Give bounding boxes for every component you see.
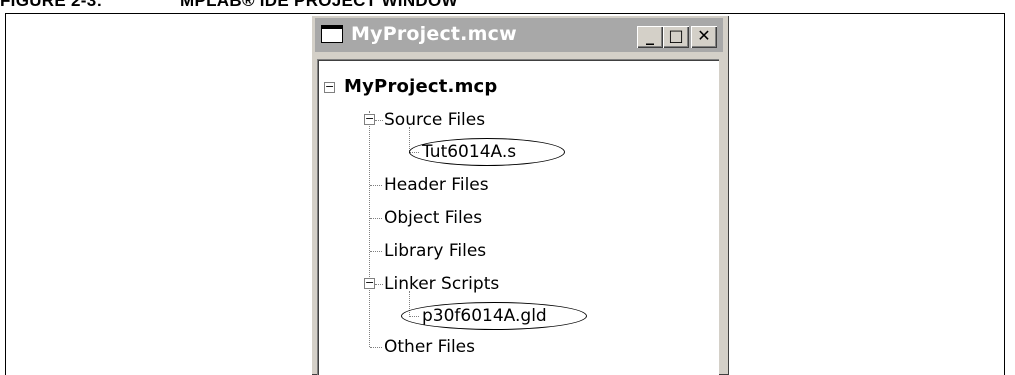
minimize-button[interactable]: _ bbox=[637, 26, 663, 48]
tree-line bbox=[375, 120, 383, 121]
tree-folder-other-files[interactable]: Other Files bbox=[384, 336, 475, 358]
figure-caption: FIGURE 2-3: MPLAB® IDE PROJECT WINDOW bbox=[0, 0, 458, 11]
highlight-ellipse bbox=[401, 302, 587, 330]
tree-line bbox=[370, 218, 382, 219]
tree-folder-header-files[interactable]: Header Files bbox=[384, 174, 489, 196]
tree-line bbox=[370, 251, 382, 252]
highlight-ellipse bbox=[409, 138, 565, 166]
tree-line bbox=[409, 127, 410, 151]
tree-folder-object-files[interactable]: Object Files bbox=[384, 207, 482, 229]
tree-folder-linker-scripts[interactable]: Linker Scripts bbox=[384, 273, 499, 295]
figure-title: MPLAB® IDE PROJECT WINDOW bbox=[180, 0, 458, 10]
tree-folder-source-files[interactable]: Source Files bbox=[384, 109, 485, 131]
close-button[interactable]: ✕ bbox=[691, 26, 717, 48]
tree-folder-library-files[interactable]: Library Files bbox=[384, 240, 486, 262]
tree-line bbox=[375, 284, 383, 285]
window-titlebar[interactable]: MyProject.mcw _ □ ✕ bbox=[315, 18, 723, 52]
maximize-button[interactable]: □ bbox=[663, 26, 689, 48]
window-icon[interactable] bbox=[321, 25, 343, 43]
close-icon: ✕ bbox=[697, 26, 711, 45]
tree-line bbox=[369, 111, 370, 347]
figure-number: FIGURE 2-3: bbox=[0, 0, 103, 10]
tree-line bbox=[370, 185, 382, 186]
linker-scripts-collapse-icon[interactable]: − bbox=[364, 277, 375, 289]
project-window[interactable]: MyProject.mcw _ □ ✕ − MyProject.mcp − So… bbox=[311, 15, 729, 375]
window-title: MyProject.mcw bbox=[351, 23, 517, 45]
maximize-icon: □ bbox=[668, 26, 684, 45]
root-collapse-icon[interactable]: − bbox=[324, 81, 335, 93]
tree-root[interactable]: MyProject.mcp bbox=[344, 76, 497, 98]
source-files-collapse-icon[interactable]: − bbox=[364, 113, 375, 125]
tree-line bbox=[370, 347, 382, 348]
project-tree[interactable]: − MyProject.mcp − Source Files Tut6014A.… bbox=[317, 59, 719, 375]
minimize-icon: _ bbox=[646, 26, 654, 45]
